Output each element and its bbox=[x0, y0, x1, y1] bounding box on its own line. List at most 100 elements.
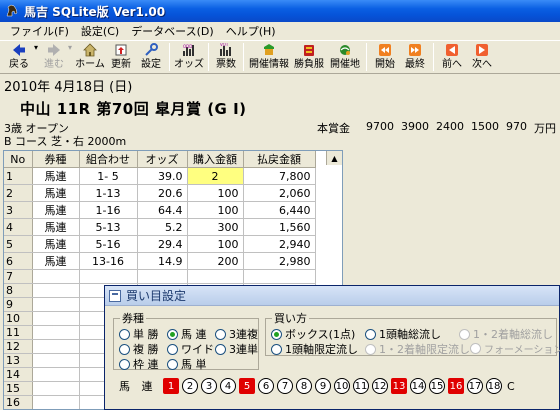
cell-payout[interactable] bbox=[243, 269, 316, 284]
menu-settings[interactable]: 設定(C) bbox=[75, 23, 125, 39]
horse-number-5[interactable]: 5 bbox=[239, 378, 255, 394]
horse-number-10[interactable]: 10 bbox=[334, 378, 350, 394]
odds-button[interactable]: ODD オッズ bbox=[173, 41, 205, 73]
bet-type-trio[interactable]: 3連複 bbox=[215, 326, 258, 342]
cell-purchase[interactable]: 100 bbox=[187, 201, 244, 219]
cell-purchase[interactable]: 100 bbox=[187, 184, 244, 202]
forward-button[interactable]: 進む bbox=[40, 41, 68, 73]
cell-purchase[interactable]: 200 bbox=[187, 252, 244, 270]
home-button[interactable]: ホーム bbox=[74, 41, 106, 73]
method-single-axis-all[interactable]: 1頭軸総流し bbox=[365, 326, 441, 342]
table-row[interactable]: 2 馬連 1-13 20.6 100 2,060 bbox=[4, 184, 316, 202]
table-row[interactable]: 4 馬連 5-13 5.2 300 1,560 bbox=[4, 218, 316, 236]
cell-bet-type[interactable] bbox=[32, 367, 80, 382]
table-row[interactable]: 6 馬連 13-16 14.9 200 2,980 bbox=[4, 252, 316, 270]
cell-bet-type[interactable] bbox=[32, 283, 80, 298]
col-header-odds[interactable]: オッズ bbox=[137, 151, 188, 168]
method-12-axis-all[interactable]: 1・2着軸総流し bbox=[459, 326, 553, 342]
horse-number-18[interactable]: 18 bbox=[486, 378, 502, 394]
table-row[interactable]: 3 馬連 1-16 64.4 100 6,440 bbox=[4, 201, 316, 219]
horse-number-15[interactable]: 15 bbox=[429, 378, 445, 394]
cell-bet-type[interactable] bbox=[32, 311, 80, 326]
cell-bet-type[interactable]: 馬連 bbox=[32, 184, 80, 202]
cell-odds[interactable]: 64.4 bbox=[137, 201, 188, 219]
next-button[interactable]: 次へ bbox=[467, 41, 497, 73]
cell-payout[interactable]: 2,980 bbox=[243, 252, 316, 270]
cell-combination[interactable]: 13-16 bbox=[79, 252, 138, 270]
cell-bet-type[interactable] bbox=[32, 269, 80, 284]
horse-number-8[interactable]: 8 bbox=[296, 378, 312, 394]
cell-purchase[interactable]: 300 bbox=[187, 218, 244, 236]
horse-number-14[interactable]: 14 bbox=[410, 378, 426, 394]
menu-database[interactable]: データベース(D) bbox=[125, 23, 220, 39]
meeting-info-button[interactable]: 開催情報 bbox=[247, 41, 291, 73]
table-row[interactable]: 1 馬連 1- 5 39.0 2 7,800 bbox=[4, 167, 316, 185]
bet-type-place[interactable]: 複 勝 bbox=[119, 341, 159, 357]
last-button[interactable]: 最終 bbox=[400, 41, 430, 73]
votes-button[interactable]: VOT 票数 bbox=[212, 41, 240, 73]
cell-purchase[interactable] bbox=[187, 269, 244, 284]
cell-combination[interactable] bbox=[79, 269, 138, 284]
back-button[interactable]: 戻る bbox=[4, 41, 34, 73]
menu-help[interactable]: ヘルプ(H) bbox=[220, 23, 282, 39]
cell-odds[interactable]: 39.0 bbox=[137, 167, 188, 185]
bet-type-bracket[interactable]: 枠 連 bbox=[119, 356, 159, 372]
horse-number-7[interactable]: 7 bbox=[277, 378, 293, 394]
col-header-no[interactable]: No bbox=[4, 151, 33, 168]
bet-type-trifecta[interactable]: 3連単 bbox=[215, 341, 258, 357]
cell-odds[interactable]: 20.6 bbox=[137, 184, 188, 202]
bet-type-win[interactable]: 単 勝 bbox=[119, 326, 159, 342]
refresh-button[interactable]: 更新 bbox=[106, 41, 136, 73]
silks-button[interactable]: 勝負服 bbox=[291, 41, 327, 73]
cell-bet-type[interactable] bbox=[32, 381, 80, 396]
cell-payout[interactable]: 7,800 bbox=[243, 167, 316, 185]
cell-bet-type[interactable] bbox=[32, 353, 80, 368]
method-12-axis-limited[interactable]: 1・2着軸限定流し bbox=[365, 341, 470, 357]
cell-bet-type[interactable]: 馬連 bbox=[32, 201, 80, 219]
horse-number-1[interactable]: 1 bbox=[163, 378, 179, 394]
cell-bet-type[interactable] bbox=[32, 297, 80, 312]
cell-bet-type[interactable] bbox=[32, 325, 80, 340]
cell-payout[interactable]: 2,940 bbox=[243, 235, 316, 253]
forward-dropdown-icon[interactable]: ▾ bbox=[68, 43, 72, 52]
prev-button[interactable]: 前へ bbox=[437, 41, 467, 73]
method-single-axis-limited[interactable]: 1頭軸限定流し bbox=[271, 341, 358, 357]
col-header-combination[interactable]: 組合わせ bbox=[79, 151, 138, 168]
horse-number-11[interactable]: 11 bbox=[353, 378, 369, 394]
bet-type-wide[interactable]: ワイド bbox=[167, 341, 214, 357]
cell-odds[interactable]: 29.4 bbox=[137, 235, 188, 253]
bet-type-exacta[interactable]: 馬 単 bbox=[167, 356, 207, 372]
menu-file[interactable]: ファイル(F) bbox=[4, 23, 75, 39]
cell-combination[interactable]: 1-16 bbox=[79, 201, 138, 219]
horse-number-3[interactable]: 3 bbox=[201, 378, 217, 394]
cell-odds[interactable]: 14.9 bbox=[137, 252, 188, 270]
cell-purchase[interactable]: 2 bbox=[187, 167, 244, 185]
cell-bet-type[interactable] bbox=[32, 339, 80, 354]
settings-button[interactable]: 設定 bbox=[136, 41, 166, 73]
bet-type-quinella[interactable]: 馬 連 bbox=[167, 326, 207, 342]
cell-odds[interactable]: 5.2 bbox=[137, 218, 188, 236]
cell-combination[interactable]: 1-13 bbox=[79, 184, 138, 202]
horse-number-17[interactable]: 17 bbox=[467, 378, 483, 394]
method-box[interactable]: ボックス(1点) bbox=[271, 326, 355, 342]
horse-number-13[interactable]: 13 bbox=[391, 378, 407, 394]
col-header-bet-type[interactable]: 券種 bbox=[32, 151, 80, 168]
cell-purchase[interactable]: 100 bbox=[187, 235, 244, 253]
scroll-up-icon[interactable]: ▲ bbox=[326, 151, 342, 165]
cell-bet-type[interactable]: 馬連 bbox=[32, 235, 80, 253]
col-header-purchase[interactable]: 購入金額 bbox=[187, 151, 244, 168]
horse-number-9[interactable]: 9 bbox=[315, 378, 331, 394]
method-formation[interactable]: フォーメーション(1点) bbox=[470, 341, 560, 356]
horse-number-2[interactable]: 2 bbox=[182, 378, 198, 394]
horse-number-12[interactable]: 12 bbox=[372, 378, 388, 394]
cell-payout[interactable]: 1,560 bbox=[243, 218, 316, 236]
horse-number-4[interactable]: 4 bbox=[220, 378, 236, 394]
cell-combination[interactable]: 5-13 bbox=[79, 218, 138, 236]
cell-bet-type[interactable]: 馬連 bbox=[32, 167, 80, 185]
cell-bet-type[interactable]: 馬連 bbox=[32, 218, 80, 236]
cell-combination[interactable]: 5-16 bbox=[79, 235, 138, 253]
cell-payout[interactable]: 2,060 bbox=[243, 184, 316, 202]
col-header-payout[interactable]: 払戻金額 bbox=[243, 151, 316, 168]
cell-bet-type[interactable] bbox=[32, 395, 80, 409]
back-dropdown-icon[interactable]: ▾ bbox=[34, 43, 38, 52]
